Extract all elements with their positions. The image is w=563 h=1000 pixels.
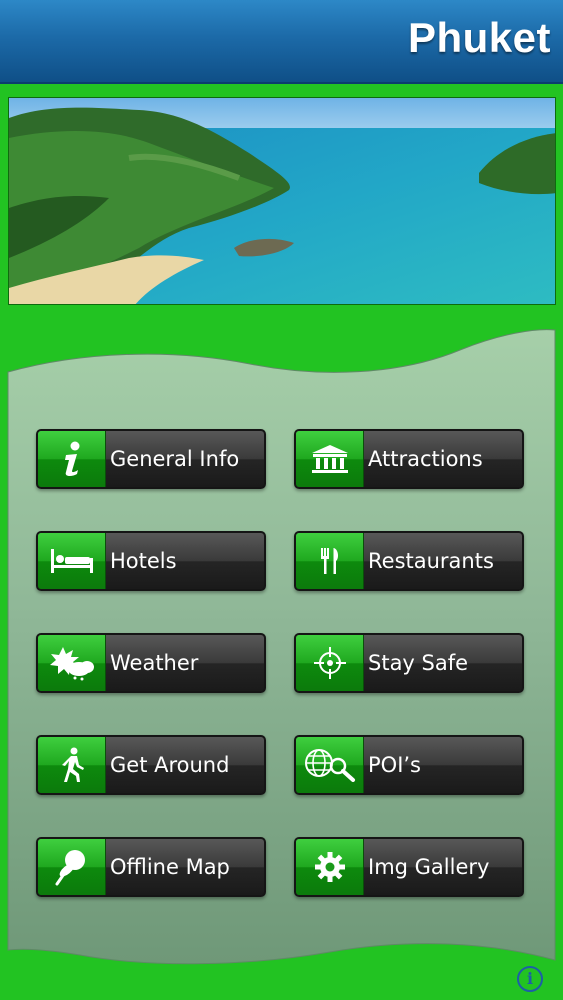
info-icon	[38, 431, 106, 487]
museum-icon	[296, 431, 364, 487]
weather-label: Weather	[110, 651, 199, 675]
hotels-label: Hotels	[110, 549, 177, 573]
walking-person-icon	[38, 737, 106, 793]
attractions-button[interactable]: Attractions	[294, 429, 524, 489]
hotels-button[interactable]: Hotels	[36, 531, 266, 591]
restaurants-label: Restaurants	[368, 549, 494, 573]
get-around-label: Get Around	[110, 753, 230, 777]
offline-map-button[interactable]: Offline Map	[36, 837, 266, 897]
img-gallery-label: Img Gallery	[368, 855, 490, 879]
general-info-label: General Info	[110, 447, 240, 471]
attractions-label: Attractions	[368, 447, 483, 471]
general-info-button[interactable]: General Info	[36, 429, 266, 489]
fork-knife-icon	[296, 533, 364, 589]
hero-photo	[8, 97, 556, 305]
globe-search-icon	[296, 737, 364, 793]
gear-icon	[296, 839, 364, 895]
pois-button[interactable]: POI’s	[294, 735, 524, 795]
img-gallery-button[interactable]: Img Gallery	[294, 837, 524, 897]
app-title: Phuket	[407, 14, 551, 61]
top-header: Phuket	[0, 0, 563, 84]
info-button[interactable]: i	[517, 966, 543, 992]
pois-label: POI’s	[368, 753, 422, 777]
weather-icon	[38, 635, 106, 691]
offline-map-label: Offline Map	[110, 855, 230, 879]
pushpin-icon	[38, 839, 106, 895]
weather-button[interactable]: Weather	[36, 633, 266, 693]
crosshair-icon	[296, 635, 364, 691]
restaurants-button[interactable]: Restaurants	[294, 531, 524, 591]
get-around-button[interactable]: Get Around	[36, 735, 266, 795]
stay-safe-button[interactable]: Stay Safe	[294, 633, 524, 693]
stay-safe-label: Stay Safe	[368, 651, 469, 675]
bed-icon	[38, 533, 106, 589]
